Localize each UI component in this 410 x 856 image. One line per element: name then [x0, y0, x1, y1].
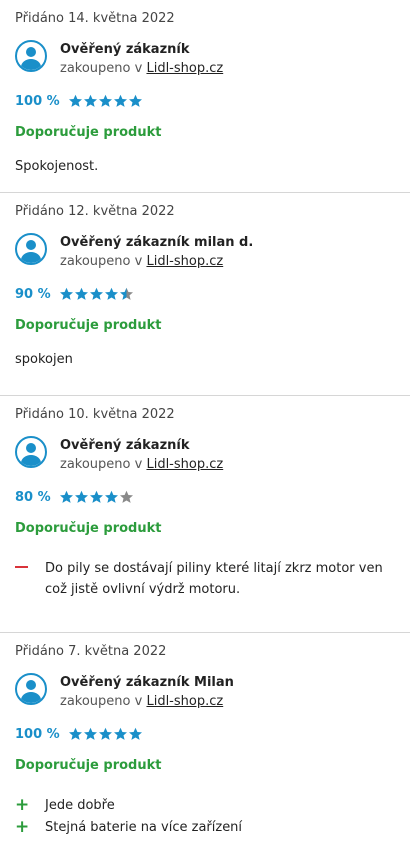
- rating-percent: 80 %: [15, 489, 51, 505]
- review-card: Přidáno 14. května 2022 Ověřený zákazník…: [0, 0, 410, 193]
- cons-list: Do pily se dostávají piliny které litají…: [15, 558, 395, 600]
- rating-percent: 100 %: [15, 726, 60, 742]
- review-comment: Spokojenost.: [15, 159, 99, 174]
- review-card: Přidáno 12. května 2022 Ověřený zákazník…: [0, 193, 410, 396]
- shop-link[interactable]: Lidl-shop.cz: [146, 254, 223, 269]
- review-date: Přidáno 10. května 2022: [15, 407, 175, 422]
- star-icon: [74, 287, 88, 300]
- reviewer-name: Ověřený zákazník: [60, 42, 190, 57]
- pro-item: + Jede dobře: [15, 795, 395, 817]
- star-icon: [83, 727, 97, 740]
- star-icon: [119, 490, 133, 503]
- purchase-source: zakoupeno v Lidl-shop.cz: [60, 455, 223, 474]
- star-icon: [89, 490, 103, 503]
- star-icon: [89, 287, 103, 300]
- recommend-label: Doporučuje produkt: [15, 125, 162, 140]
- con-item: Do pily se dostávají piliny které litají…: [15, 558, 395, 600]
- rating: 100 %: [15, 92, 395, 110]
- reviews-list: Přidáno 14. května 2022 Ověřený zákazník…: [0, 0, 410, 855]
- star-icon: [128, 94, 142, 107]
- pro-text: Stejná baterie na více zařízení: [45, 820, 243, 835]
- con-text: Do pily se dostávají piliny které litají…: [45, 561, 383, 597]
- recommend-label: Doporučuje produkt: [15, 521, 162, 536]
- user-avatar-icon: [15, 673, 47, 705]
- reviewer-name: Ověřený zákazník: [60, 438, 190, 453]
- reviewer-name: Ověřený zákazník milan d.: [60, 235, 254, 250]
- user-avatar-icon: [15, 436, 47, 468]
- star-icon: [113, 727, 127, 740]
- star-icon: [59, 287, 73, 300]
- star-icon: [104, 490, 118, 503]
- review-card: Přidáno 7. května 2022 Ověřený zákazník …: [0, 633, 410, 855]
- star-icon: [98, 94, 112, 107]
- reviewer: Ověřený zákazník milan d. zakoupeno v Li…: [15, 233, 395, 271]
- star-icon: [68, 727, 82, 740]
- reviewer: Ověřený zákazník zakoupeno v Lidl-shop.c…: [15, 40, 395, 78]
- user-avatar-icon: [15, 233, 47, 265]
- minus-icon: [15, 566, 28, 568]
- rating: 90 %: [15, 285, 395, 303]
- review-date: Přidáno 14. května 2022: [15, 11, 175, 26]
- star-rating: [68, 94, 143, 108]
- rating: 100 %: [15, 725, 395, 743]
- purchase-prefix: zakoupeno v: [60, 254, 143, 269]
- purchase-prefix: zakoupeno v: [60, 457, 143, 472]
- recommend-label: Doporučuje produkt: [15, 758, 162, 773]
- star-icon: [113, 94, 127, 107]
- star-rating: [59, 490, 134, 504]
- plus-icon: +: [15, 817, 30, 837]
- plus-icon: +: [15, 795, 30, 815]
- star-icon: [104, 287, 118, 300]
- purchase-source: zakoupeno v Lidl-shop.cz: [60, 692, 234, 711]
- review-date: Přidáno 7. května 2022: [15, 644, 167, 659]
- rating-percent: 90 %: [15, 286, 51, 302]
- review-date: Přidáno 12. května 2022: [15, 204, 175, 219]
- star-icon: [74, 490, 88, 503]
- shop-link[interactable]: Lidl-shop.cz: [146, 694, 223, 709]
- purchase-prefix: zakoupeno v: [60, 694, 143, 709]
- star-icon: [119, 287, 133, 300]
- reviewer-name: Ověřený zákazník Milan: [60, 675, 234, 690]
- star-icon: [98, 727, 112, 740]
- purchase-source: zakoupeno v Lidl-shop.cz: [60, 252, 253, 271]
- shop-link[interactable]: Lidl-shop.cz: [146, 61, 223, 76]
- shop-link[interactable]: Lidl-shop.cz: [146, 457, 223, 472]
- review-comment: spokojen: [15, 352, 73, 367]
- rating: 80 %: [15, 488, 395, 506]
- reviewer: Ověřený zákazník Milan zakoupeno v Lidl-…: [15, 673, 395, 711]
- pro-item: + Stejná baterie na více zařízení: [15, 817, 395, 839]
- star-icon: [68, 94, 82, 107]
- recommend-label: Doporučuje produkt: [15, 318, 162, 333]
- star-rating: [59, 287, 134, 301]
- star-icon: [59, 490, 73, 503]
- rating-percent: 100 %: [15, 93, 60, 109]
- pros-list: + Jede dobře + Stejná baterie na více za…: [15, 795, 395, 839]
- reviewer: Ověřený zákazník zakoupeno v Lidl-shop.c…: [15, 436, 395, 474]
- star-icon: [128, 727, 142, 740]
- pro-text: Jede dobře: [45, 798, 115, 813]
- purchase-source: zakoupeno v Lidl-shop.cz: [60, 59, 223, 78]
- star-rating: [68, 727, 143, 741]
- user-avatar-icon: [15, 40, 47, 72]
- review-card: Přidáno 10. května 2022 Ověřený zákazník…: [0, 396, 410, 633]
- star-icon: [83, 94, 97, 107]
- purchase-prefix: zakoupeno v: [60, 61, 143, 76]
